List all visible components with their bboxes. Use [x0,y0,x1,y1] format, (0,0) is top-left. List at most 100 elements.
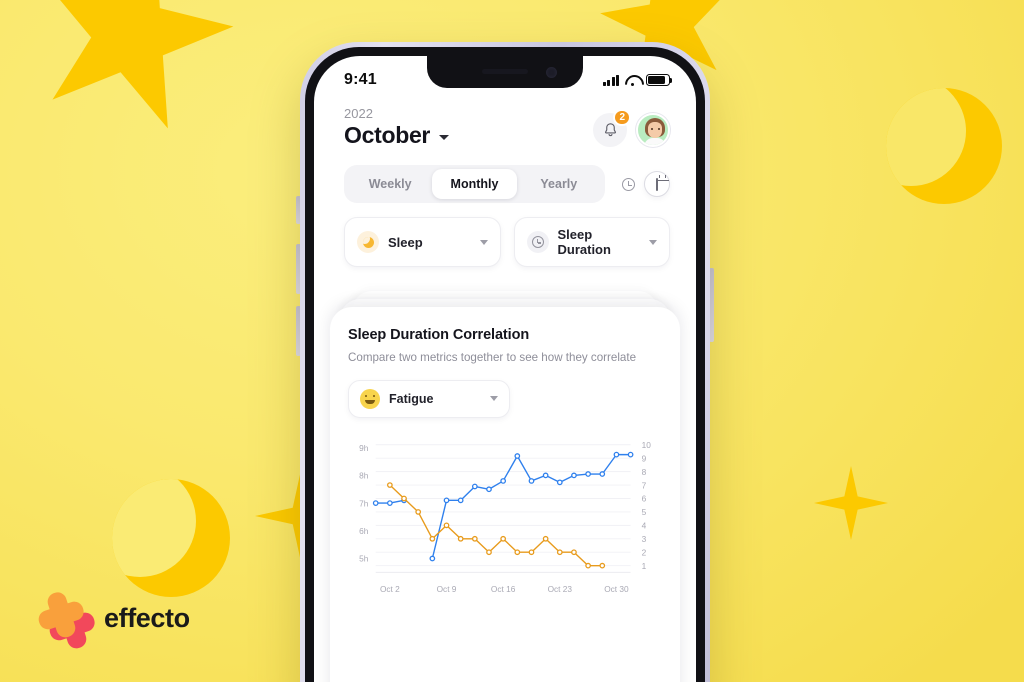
tab-weekly[interactable]: Weekly [348,169,432,199]
y-axis-right-tick: 7 [642,480,647,490]
crescent-moon-decoration-left [112,479,230,597]
cellular-signal-icon [602,74,619,86]
y-axis-right-tick: 2 [642,547,647,557]
status-icons [602,74,673,86]
chevron-down-icon [479,239,488,245]
status-bar: 9:41 [314,56,696,96]
clock-view-button[interactable] [615,171,641,197]
data-point[interactable] [500,535,507,542]
compare-metric-label: Fatigue [389,391,434,406]
data-point[interactable] [486,549,492,555]
data-point[interactable] [556,549,563,555]
data-point[interactable] [571,472,577,478]
metric-selector-sleep-duration[interactable]: Sleep Duration [513,217,670,267]
y-axis-right-tick: 5 [642,507,647,517]
data-point[interactable] [514,452,521,459]
y-axis-left-tick: 8h [359,470,369,480]
y-axis-right-tick: 6 [642,493,647,503]
x-axis-tick: Oct 9 [437,583,457,593]
phone-screen: 9:41 2022 October 2 Weekly Monthly Yearl… [314,56,696,682]
y-axis-right-tick: 9 [642,453,647,463]
header-month: October [344,122,431,148]
tab-monthly[interactable]: Monthly [432,169,517,199]
x-axis-tick: Oct 16 [491,583,516,593]
fatigue-emoji-icon [360,388,380,409]
x-axis-tick: Oct 30 [604,583,629,593]
y-axis-left-tick: 5h [359,553,369,563]
chevron-down-icon [490,396,498,402]
period-segmented-control: Weekly Monthly Yearly [344,165,605,203]
brand-name: effecto [104,602,190,633]
data-point[interactable] [556,479,563,485]
data-point[interactable] [599,470,606,477]
data-point[interactable] [471,483,478,489]
data-point[interactable] [500,477,507,484]
data-point[interactable] [627,451,634,458]
cards-area: Sleep Duration Correlation Compare two m… [314,287,696,682]
calendar-icon [655,175,669,191]
data-point[interactable] [372,499,379,506]
y-axis-left-tick: 9h [359,443,369,453]
chevron-down-icon[interactable] [439,135,450,140]
x-axis-tick: Oct 23 [548,583,573,593]
data-point[interactable] [613,451,620,458]
header-year: 2022 [344,106,373,121]
star-decoration-top-left [6,0,255,157]
calendar-view-button[interactable] [644,171,670,197]
date-selector[interactable]: 2022 October [344,106,450,149]
data-point[interactable] [571,549,577,555]
data-point[interactable] [429,535,436,542]
correlation-card: Sleep Duration Correlation Compare two m… [330,307,680,682]
y-axis-right-tick: 3 [642,534,647,544]
data-point[interactable] [585,470,591,477]
x-axis-tick: Oct 2 [380,583,400,593]
data-point[interactable] [471,535,478,542]
y-axis-right-tick: 1 [642,561,647,571]
phone-body: 9:41 2022 October 2 Weekly Monthly Yearl… [305,47,705,682]
series-line [375,453,632,559]
correlation-chart: 9h 8h 7h 6h 5h 10 9 8 7 6 5 4 3 2 1 Oct 2 Oct 9 Oct 16 Oct… [348,432,662,682]
y-axis-left-tick: 7h [359,498,369,508]
data-point[interactable] [401,495,407,501]
data-point[interactable] [486,486,492,492]
data-point[interactable] [443,522,450,528]
data-point[interactable] [514,549,521,555]
app-header: 2022 October 2 [314,96,696,149]
compare-metric-dropdown[interactable]: Fatigue [348,379,510,418]
data-point[interactable] [528,549,535,555]
clock-icon [621,177,635,191]
header-actions: 2 [593,109,670,149]
data-point[interactable] [387,499,393,506]
category-selector-sleep[interactable]: Sleep [344,217,501,267]
chevron-down-icon [649,239,657,245]
effecto-plus-icon [38,592,90,644]
data-point[interactable] [415,508,422,515]
data-point[interactable] [542,472,549,478]
data-point[interactable] [457,497,464,503]
wifi-icon [625,75,640,86]
notifications-button[interactable]: 2 [593,109,631,147]
status-time: 9:41 [344,71,377,88]
metric-selectors-row: Sleep Sleep Duration [314,203,696,267]
clock-icon [526,231,549,253]
phone-frame: 9:41 2022 October 2 Weekly Monthly Yearl… [300,42,710,682]
data-point[interactable] [429,555,436,562]
period-tabs-row: Weekly Monthly Yearly [314,149,696,203]
y-axis-right-tick: 4 [642,520,647,530]
y-axis-right-tick: 10 [642,440,652,450]
sparkle-decoration-right [814,466,888,540]
data-point[interactable] [457,535,464,542]
data-point[interactable] [599,562,606,569]
notification-badge: 2 [613,109,631,126]
brand-logo: effecto [38,592,190,644]
tab-yearly[interactable]: Yearly [517,169,601,199]
chart-svg: 9h 8h 7h 6h 5h 10 9 8 7 6 5 4 3 2 1 Oct 2 Oct 9 Oct 16 Oct… [359,440,652,594]
data-point[interactable] [528,477,535,484]
data-point[interactable] [443,497,450,503]
avatar[interactable] [636,113,670,147]
data-point[interactable] [542,535,549,542]
card-subtitle: Compare two metrics together to see how … [348,351,637,364]
data-point[interactable] [387,481,393,488]
y-axis-right-tick: 8 [642,467,647,477]
data-point[interactable] [585,562,591,569]
